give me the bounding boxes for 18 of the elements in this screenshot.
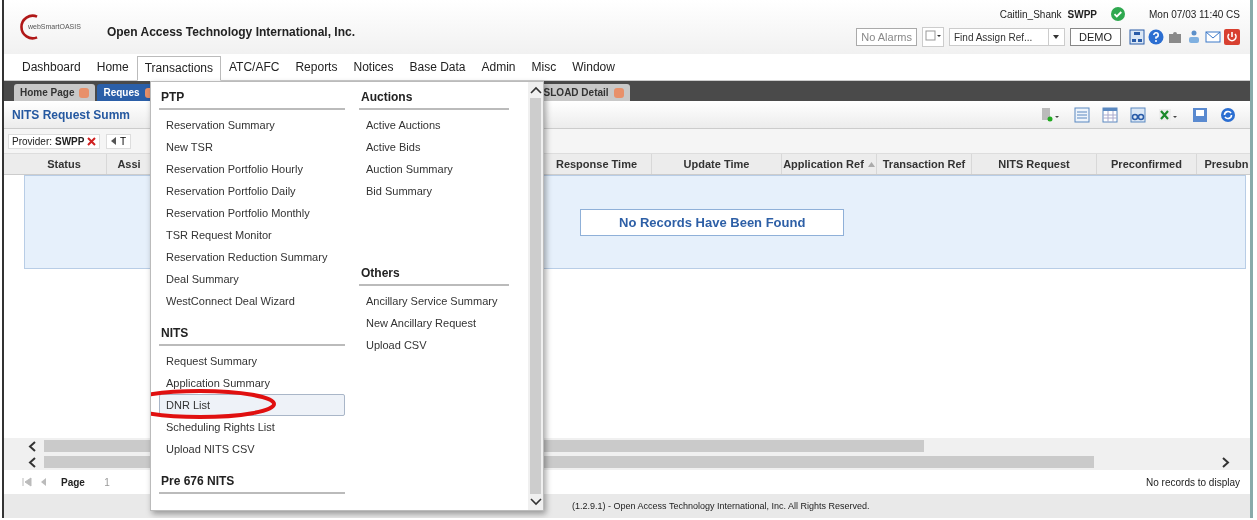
menu-section-title: Pre 676 NITS [159,472,345,494]
menu-section-title: Auctions [359,88,509,110]
environment-label: DEMO [1070,28,1121,46]
filter-value: SWPP [55,135,85,147]
company-name: Open Access Technology International, Inc. [106,25,355,39]
menu-section-title: Others [359,264,509,286]
panel-title: NITS Request Summ [12,107,131,122]
provider-name: SWPP [1067,8,1097,20]
page-label: Page [61,476,85,488]
menu-section-title: PTP [159,88,345,110]
user-name: Caitlin_Shank [999,8,1062,20]
menu-section-title: NITS [159,324,345,346]
empty-message: No Records Have Been Found [580,208,845,236]
records-status: No records to display [1146,476,1240,488]
filter-label: Provider: [12,135,52,147]
date-time: Mon 07/03 11:40 CS [1149,8,1240,20]
copyright-text: (1.2.9.1) - Open Access Technology International, Inc. All Rights Reserved. [572,501,870,511]
alarms-field: No Alarms [856,28,917,46]
